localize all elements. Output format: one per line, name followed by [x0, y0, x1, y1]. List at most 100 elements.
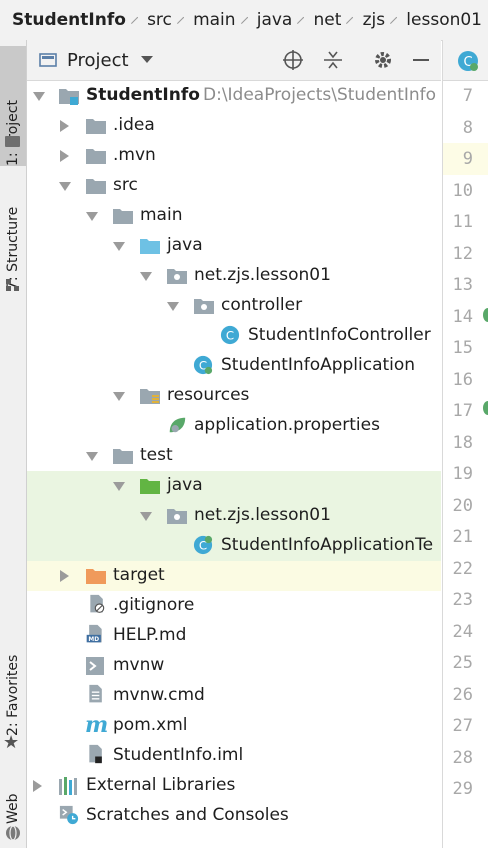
line-number: 7: [462, 86, 473, 106]
tree-row-java-main[interactable]: java: [27, 231, 441, 261]
tree-row-test[interactable]: test: [27, 441, 441, 471]
tree-row-package-test[interactable]: net.zjs.lesson01: [27, 501, 441, 531]
breadcrumb-item[interactable]: net: [302, 10, 348, 30]
svg-text:MD: MD: [88, 637, 99, 643]
breadcrumb-item[interactable]: StudentInfo: [0, 10, 132, 30]
chevron-down-icon[interactable]: [86, 452, 98, 461]
tree-row-studentinfo-iml[interactable]: StudentInfo.iml: [27, 741, 441, 771]
line-number: 11: [452, 212, 473, 232]
tree-row-src[interactable]: src: [27, 171, 441, 201]
tree-row-studentinfocontroller[interactable]: C StudentInfoController: [27, 321, 441, 351]
chevron-down-icon[interactable]: [167, 302, 179, 311]
chevron-right-icon[interactable]: [60, 120, 69, 132]
tree-row-studentinfoapplicationtests[interactable]: C StudentInfoApplicationTe: [27, 531, 441, 561]
chevron-right-icon[interactable]: [60, 150, 69, 162]
minimize-icon[interactable]: [409, 48, 433, 72]
tree-row-idea[interactable]: .idea: [27, 111, 441, 141]
chevron-down-icon[interactable]: [113, 392, 125, 401]
line-number: 9: [462, 149, 473, 169]
chevron-down-icon[interactable]: [59, 182, 71, 191]
breadcrumb-item[interactable]: main: [181, 10, 241, 30]
line-number: 23: [452, 590, 473, 610]
collapse-all-icon[interactable]: [321, 48, 345, 72]
tree-row-mvnw-cmd[interactable]: mvnw.cmd: [27, 681, 441, 711]
tree-row-resources[interactable]: resources: [27, 381, 441, 411]
tree-item-label: main: [140, 205, 183, 225]
locate-icon[interactable]: [281, 48, 305, 72]
tree-row-gitignore[interactable]: .gitignore: [27, 591, 441, 621]
tree-row-studentinfoapplication[interactable]: C StudentInfoApplication: [27, 351, 441, 381]
tree-item-label: .idea: [113, 115, 155, 135]
breadcrumb-item[interactable]: lesson01: [394, 10, 488, 30]
breadcrumb-item[interactable]: src: [135, 10, 178, 30]
tree-item-label: StudentInfo.iml: [113, 745, 244, 765]
globe-icon: [6, 825, 20, 841]
run-gutter-icon[interactable]: [483, 308, 488, 322]
folder-icon: [86, 149, 106, 164]
resources-folder-icon: [140, 389, 160, 404]
chevron-down-icon[interactable]: [140, 272, 152, 281]
breadcrumb-label: lesson01: [406, 10, 482, 30]
maven-file-icon: m: [85, 712, 109, 738]
star-icon: ★: [3, 732, 20, 753]
project-view-selector[interactable]: Project: [67, 50, 129, 71]
tree-row-pom-xml[interactable]: m pom.xml: [27, 711, 441, 741]
breadcrumb-item[interactable]: zjs: [351, 10, 392, 30]
tab-web-label: Web: [5, 793, 21, 824]
tree-row-mvn[interactable]: .mvn: [27, 141, 441, 171]
tab-favorites[interactable]: 2: Favorites: [0, 636, 26, 736]
tree-row-scratches[interactable]: Scratches and Consoles: [27, 801, 441, 831]
tree-item-label: StudentInfoController: [248, 325, 431, 345]
chevron-right-icon[interactable]: [33, 780, 42, 792]
tree-row-package[interactable]: net.zjs.lesson01: [27, 261, 441, 291]
chevron-down-icon[interactable]: [113, 482, 125, 491]
tree-row-application-properties[interactable]: application.properties: [27, 411, 441, 441]
tree-row-java-test[interactable]: java: [27, 471, 441, 501]
package-icon: [194, 299, 214, 314]
tree-item-label: resources: [167, 385, 250, 405]
text-file-icon: [89, 684, 102, 703]
line-number: 29: [452, 779, 473, 799]
tree-row-external-libraries[interactable]: External Libraries: [27, 771, 441, 801]
line-number: 25: [452, 653, 473, 673]
chevron-down-icon[interactable]: [140, 56, 153, 64]
spring-boot-class-icon: C: [458, 51, 478, 71]
chevron-down-icon[interactable]: [113, 242, 125, 251]
spring-boot-class-icon: C: [193, 355, 213, 375]
chevron-down-icon[interactable]: [33, 92, 45, 101]
tree-item-label: target: [113, 565, 165, 585]
tree-item-label: net.zjs.lesson01: [194, 265, 331, 285]
tree-item-label: mvnw: [113, 655, 165, 675]
tree-item-label: net.zjs.lesson01: [194, 505, 331, 525]
tree-item-label: mvnw.cmd: [113, 685, 205, 705]
editor-tab[interactable]: C: [443, 40, 488, 81]
tree-row-main[interactable]: main: [27, 201, 441, 231]
tree-row-controller[interactable]: controller: [27, 291, 441, 321]
tree-row-mvnw[interactable]: mvnw: [27, 651, 441, 681]
project-view-icon: [39, 53, 57, 67]
line-number: 22: [452, 558, 473, 579]
run-gutter-icon[interactable]: [483, 401, 488, 415]
gear-icon[interactable]: [371, 48, 395, 72]
tree-row-target[interactable]: target: [27, 561, 441, 591]
chevron-right-icon[interactable]: [60, 570, 69, 582]
folder-icon: [5, 136, 20, 147]
tab-structure[interactable]: 7: Structure: [0, 180, 26, 290]
line-number: 24: [452, 621, 473, 642]
chevron-down-icon[interactable]: [140, 512, 152, 521]
chevron-down-icon[interactable]: [86, 212, 98, 221]
project-tree: StudentInfo D:\IdeaProjects\StudentInfo …: [27, 81, 441, 848]
breadcrumb-label: net: [313, 10, 342, 30]
tree-item-label: HELP.md: [113, 625, 187, 645]
tree-row-studentinfo[interactable]: StudentInfo D:\IdeaProjects\StudentInfo: [27, 81, 441, 111]
tree-row-help-md[interactable]: MD HELP.md: [27, 621, 441, 651]
breadcrumb-label: main: [193, 10, 236, 30]
tab-web[interactable]: Web: [0, 780, 26, 824]
libraries-icon: [59, 777, 77, 795]
line-number: 10: [452, 180, 473, 201]
tree-item-label: StudentInfoApplication: [221, 355, 416, 375]
left-tool-strip: 1: Project 7: Structure 2: Favorites ★ W…: [0, 40, 27, 848]
breadcrumb-item[interactable]: java: [245, 10, 299, 30]
line-number: 19: [452, 464, 473, 484]
tab-project[interactable]: 1: Project: [0, 46, 26, 166]
